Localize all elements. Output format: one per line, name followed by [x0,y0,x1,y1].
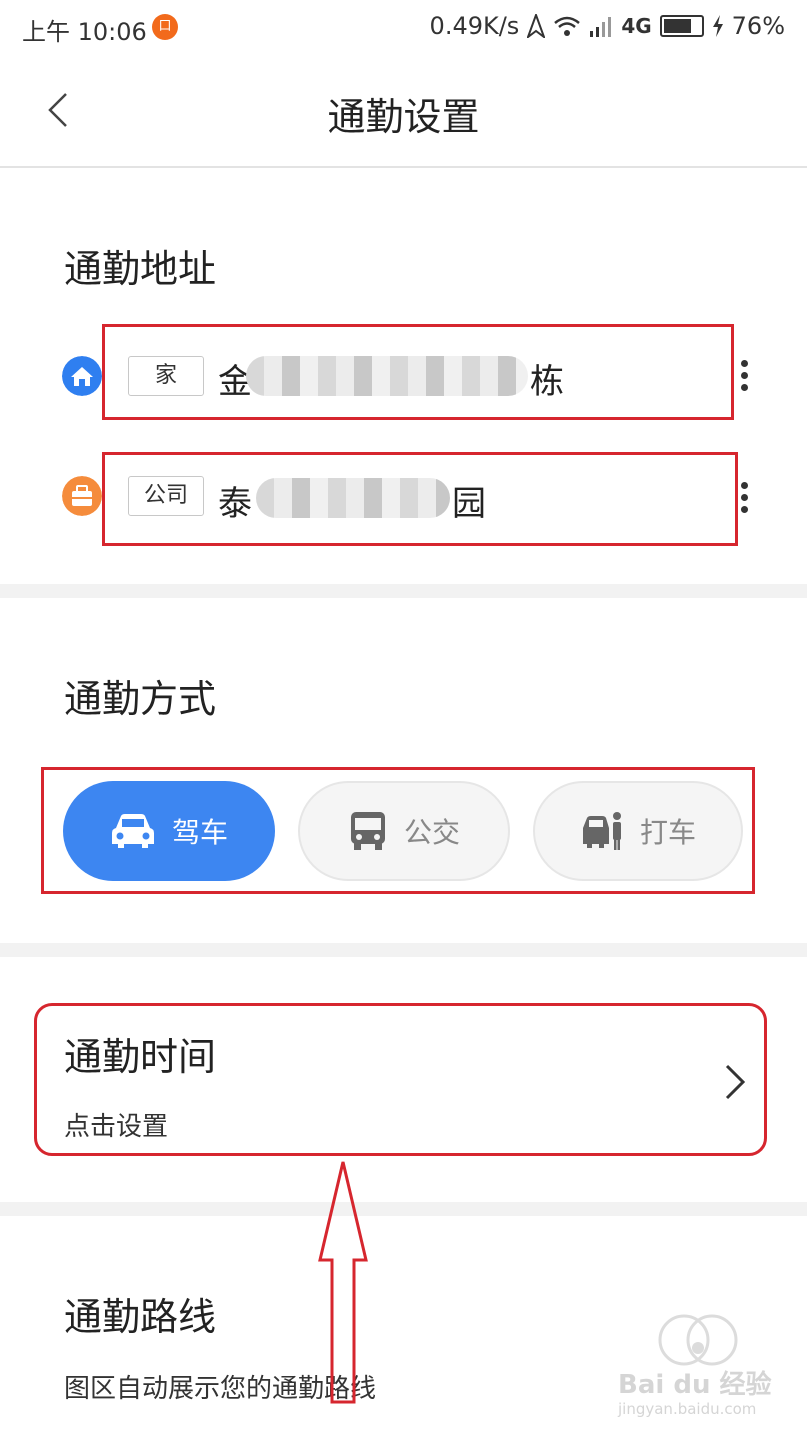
annotation-box-mode [41,767,755,894]
network-type: 4G [621,14,652,38]
signal-icon [590,17,612,37]
annotation-box-company [102,452,738,546]
annotation-box-time [34,1003,767,1156]
baidu-watermark: Bai du 经验 jingyan.baidu.com [618,1312,772,1422]
nav-bar: 通勤设置 [0,56,807,168]
network-speed: 0.49K/s [429,12,520,40]
more-vertical-icon[interactable] [738,360,750,400]
commute-address-title: 通勤地址 [64,247,217,291]
page-title: 通勤设置 [327,95,480,139]
watermark-logo-text: Bai du 经验 [618,1370,772,1400]
status-time: 上午 10:06 [22,18,147,46]
home-icon [62,356,102,396]
more-vertical-icon[interactable] [738,482,750,522]
section-divider [0,943,807,957]
annotation-box-home [102,324,734,420]
section-divider [0,1202,807,1216]
battery-icon [659,15,704,37]
paw-logo-icon [658,1314,738,1366]
annotation-arrow-icon [318,1161,368,1404]
watermark-url: jingyan.baidu.com [618,1400,757,1418]
section-divider [0,584,807,598]
charging-icon [712,15,723,37]
commute-mode-title: 通勤方式 [64,677,217,721]
commute-route-title: 通勤路线 [64,1295,217,1339]
battery-percent: 76% [731,12,785,40]
briefcase-icon [62,476,102,516]
wifi-icon [554,16,581,36]
status-bar: 上午 10:06 口 0.49K/s 4G 76% [0,0,807,56]
status-indicators: 0.49K/s 4G 76% [430,12,785,40]
notification-badge-icon: 口 [152,14,178,40]
location-icon [527,14,546,38]
